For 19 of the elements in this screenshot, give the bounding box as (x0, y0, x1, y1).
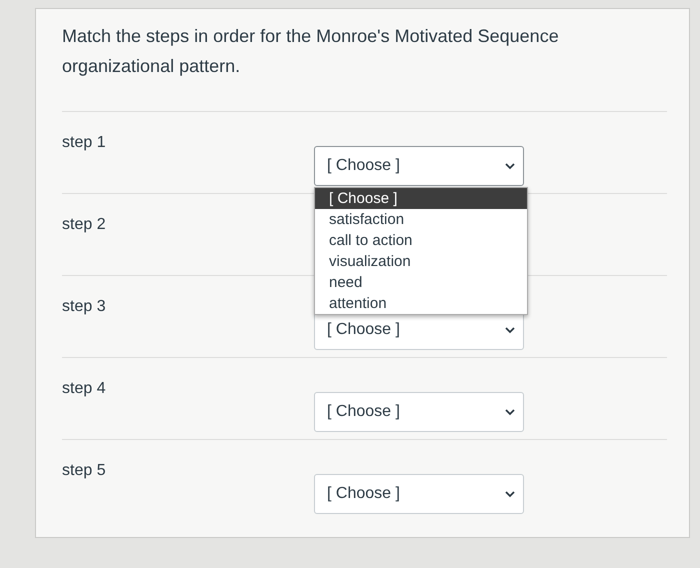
caret-icon (505, 162, 515, 170)
caret-icon (505, 326, 515, 334)
dropdown-option[interactable]: need (315, 272, 527, 293)
step-label: step 1 (62, 134, 107, 153)
step-label: step 2 (62, 216, 107, 235)
step-label: step 5 (62, 462, 107, 481)
dropdown-option[interactable]: call to action (315, 230, 527, 251)
dropdown-option[interactable]: [ Choose ] (315, 188, 527, 209)
choose-dropdown[interactable]: [ Choose ] (314, 146, 524, 186)
step-label: step 4 (62, 380, 107, 399)
step-label: step 3 (62, 298, 107, 317)
choose-dropdown[interactable]: [ Choose ] (314, 474, 524, 514)
caret-icon (505, 490, 515, 498)
dropdown-option[interactable]: satisfaction (315, 209, 527, 230)
question-text: Match the steps in order for the Monroe's Motivated Sequence organizational pattern. (62, 25, 560, 78)
caret-icon (505, 408, 515, 416)
dropdown-option[interactable]: attention (315, 293, 527, 314)
dropdown-option[interactable]: visualization (315, 251, 527, 272)
choose-dropdown[interactable]: [ Choose ] (314, 392, 524, 432)
